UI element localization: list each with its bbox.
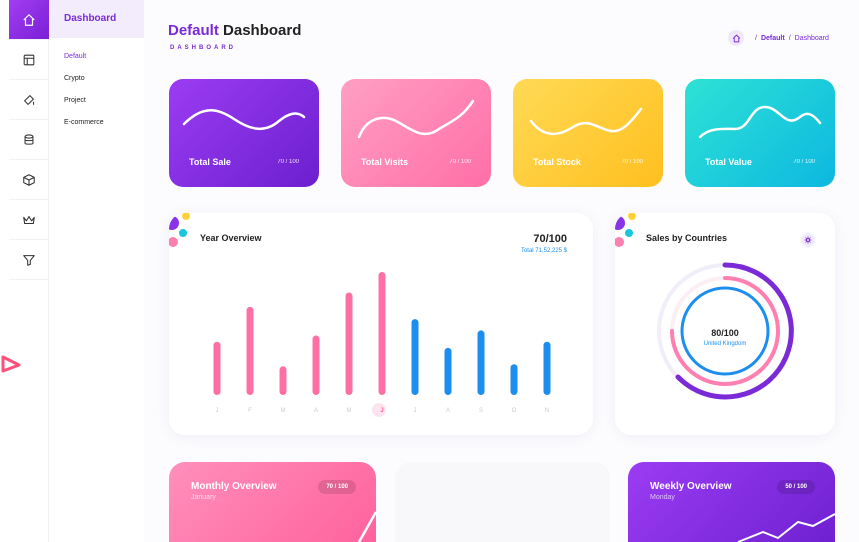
sales-by-countries-card: Sales by Countries 80/100 United Kingdom xyxy=(615,213,835,435)
bar-j-0[interactable] xyxy=(213,341,221,395)
stat-label: Total Sale xyxy=(189,157,231,167)
breadcrumb: / Default / Dashboard xyxy=(728,30,829,46)
breadcrumb-separator: / xyxy=(755,34,757,42)
stat-card-total-value[interactable]: Total Value 70 / 100 xyxy=(685,79,835,187)
dashboard-submenu: Dashboard Default Crypto Project E-comme… xyxy=(49,0,144,542)
breadcrumb-link-default[interactable]: Default xyxy=(761,35,785,42)
month-label[interactable]: J xyxy=(409,408,421,414)
submenu-header: Dashboard xyxy=(49,0,144,38)
month-label[interactable]: F xyxy=(244,408,256,414)
home-icon[interactable] xyxy=(9,0,49,40)
box-icon[interactable] xyxy=(9,160,49,200)
crown-icon[interactable] xyxy=(9,200,49,240)
page-title: Default Dashboard xyxy=(168,22,301,39)
breadcrumb-home-icon[interactable] xyxy=(728,30,744,46)
stat-card-total-sale[interactable]: Total Sale 70 / 100 xyxy=(169,79,319,187)
bar-s-8[interactable] xyxy=(477,330,485,395)
decorative-triangle xyxy=(1,355,21,373)
radial-progress-chart xyxy=(657,262,794,400)
bar-a-7[interactable] xyxy=(444,347,452,395)
bar-m-2[interactable] xyxy=(279,366,287,395)
submenu-item-project[interactable]: Project xyxy=(64,97,86,104)
stat-score: 70 / 100 xyxy=(449,159,471,165)
month-label[interactable]: O xyxy=(508,408,520,414)
filter-icon[interactable] xyxy=(9,240,49,280)
stat-score: 70 / 100 xyxy=(621,159,643,165)
submenu-title: Dashboard xyxy=(64,13,117,24)
submenu-item-default[interactable]: Default xyxy=(64,53,86,60)
bar-j-5[interactable] xyxy=(378,272,386,395)
page-title-accent: Default xyxy=(168,22,219,39)
submenu-item-crypto[interactable]: Crypto xyxy=(64,75,85,82)
month-label[interactable]: A xyxy=(442,408,454,414)
weekly-overview-card[interactable]: Weekly Overview Monday 50 / 100 xyxy=(628,462,835,542)
sales-country-value: 80/100 xyxy=(711,328,739,338)
stat-label: Total Stock xyxy=(533,157,581,167)
dashboard-page: Dashboard Default Crypto Project E-comme… xyxy=(0,0,859,542)
stat-card-total-stock[interactable]: Total Stock 70 / 100 xyxy=(513,79,663,187)
submenu-item-ecommerce[interactable]: E-commerce xyxy=(64,119,104,126)
page-subtitle: DASHBOARD xyxy=(170,45,236,51)
stat-card-total-visits[interactable]: Total Visits 70 / 100 xyxy=(341,79,491,187)
wave-line xyxy=(698,105,822,139)
month-label[interactable]: M xyxy=(277,408,289,414)
paint-icon[interactable] xyxy=(9,80,49,120)
monthly-overview-card[interactable]: Monthly Overview January 70 / 100 xyxy=(169,462,376,542)
bar-j-6[interactable] xyxy=(411,319,419,395)
database-icon[interactable] xyxy=(9,120,49,160)
bar-a-3[interactable] xyxy=(312,335,320,395)
month-label[interactable]: N xyxy=(541,408,553,414)
stat-label: Total Visits xyxy=(361,157,409,167)
breadcrumb-separator: / xyxy=(788,34,791,42)
month-label[interactable]: M xyxy=(343,408,355,414)
month-label[interactable]: J xyxy=(211,408,223,414)
breadcrumb-current: Dashboard xyxy=(794,34,829,42)
month-label[interactable]: J xyxy=(376,408,388,414)
wave-line xyxy=(529,107,643,135)
weekly-trend-line xyxy=(737,513,835,542)
year-overview-card: Year Overview 70/100 Total 71,52,225 $ J… xyxy=(169,213,593,435)
bar-o-9[interactable] xyxy=(510,364,518,395)
stat-score: 70 / 100 xyxy=(277,159,299,165)
stat-score: 70 / 100 xyxy=(793,159,815,165)
bar-f-1[interactable] xyxy=(246,306,254,395)
sales-country-name: United Kingdom xyxy=(703,341,747,347)
stat-label: Total Value xyxy=(705,157,752,167)
wave-line xyxy=(357,99,475,139)
month-label[interactable]: S xyxy=(475,408,487,414)
layout-icon[interactable] xyxy=(9,40,49,80)
icon-sidebar xyxy=(0,0,49,542)
wave-line xyxy=(182,109,306,130)
empty-card-placeholder xyxy=(395,462,610,542)
month-label[interactable]: A xyxy=(310,408,322,414)
monthly-trend-line xyxy=(357,511,376,542)
bar-m-4[interactable] xyxy=(345,292,353,396)
bar-n-10[interactable] xyxy=(543,341,551,395)
year-overview-chart xyxy=(213,272,551,396)
page-title-rest: Dashboard xyxy=(223,22,302,39)
